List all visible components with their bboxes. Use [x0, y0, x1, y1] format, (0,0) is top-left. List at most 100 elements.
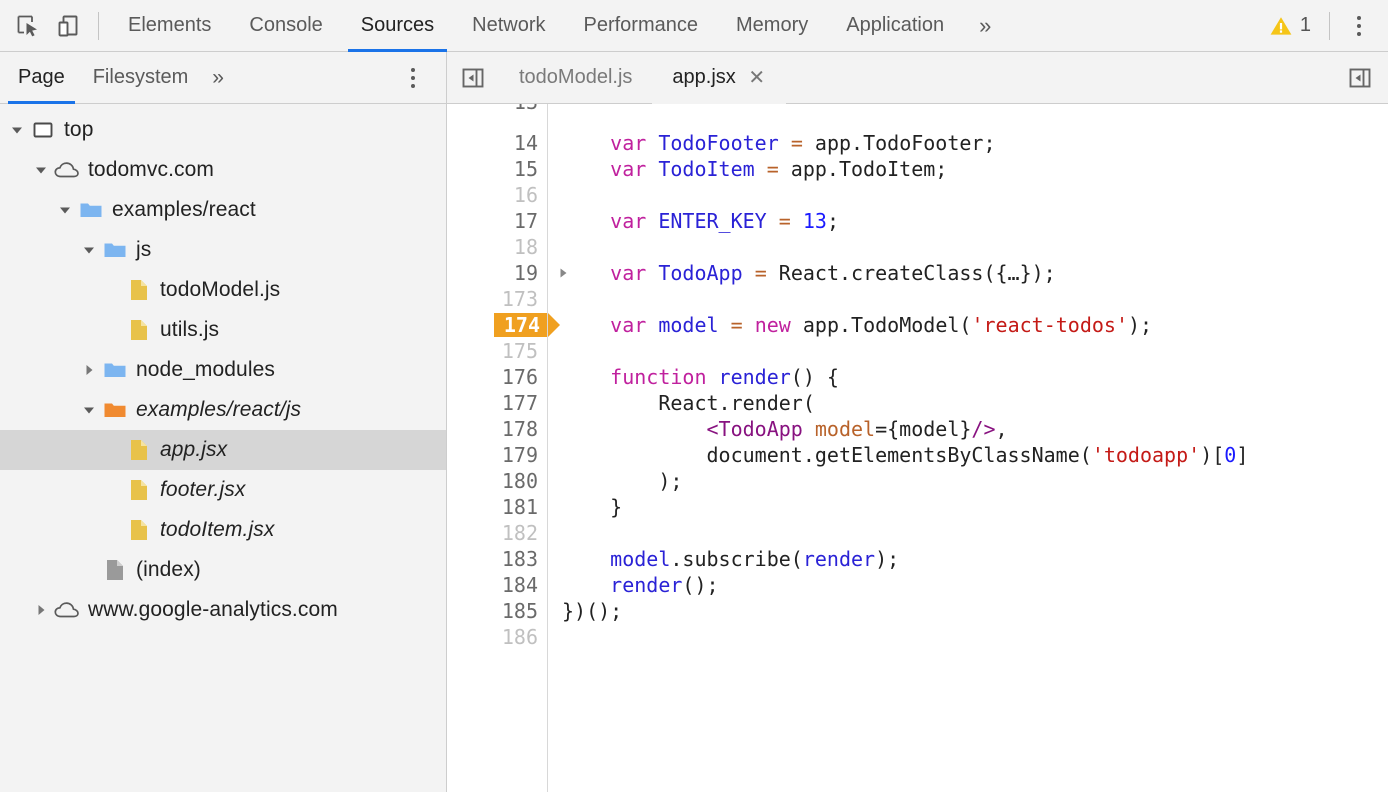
gutter-line[interactable]: 186	[447, 624, 548, 650]
gutter-line[interactable]: 178	[447, 416, 548, 442]
chevron-down-icon[interactable]	[54, 190, 76, 230]
chevron-right-icon[interactable]	[78, 350, 100, 390]
code-line-177[interactable]: React.render(	[562, 390, 1388, 416]
code-line-13[interactable]: app.COMPLETED_TODOS = 'completed';	[562, 104, 1388, 130]
code-line-180[interactable]: );	[562, 468, 1388, 494]
tree-item-label: todomvc.com	[88, 158, 214, 182]
tree-item-todomodel-js[interactable]: todoModel.js	[0, 270, 446, 310]
code-editor[interactable]: 13 14 15 16 17 18 19 173 174	[447, 104, 1388, 792]
code-line-179[interactable]: document.getElementsByClassName('todoapp…	[562, 442, 1388, 468]
code-line-18[interactable]	[562, 234, 1388, 260]
body-split: Page Filesystem » top	[0, 52, 1388, 792]
gutter-line[interactable]: 19	[447, 260, 548, 286]
line-number-gutter[interactable]: 13 14 15 16 17 18 19 173 174	[447, 104, 548, 792]
code-line-183[interactable]: model.subscribe(render);	[562, 546, 1388, 572]
tab-elements[interactable]: Elements	[109, 0, 230, 52]
code-line-173[interactable]	[562, 286, 1388, 312]
tab-application[interactable]: Application	[827, 0, 963, 52]
tab-sources[interactable]: Sources	[342, 0, 453, 52]
code-line-182[interactable]	[562, 520, 1388, 546]
tree-item-label: todoModel.js	[160, 278, 280, 302]
tree-item-examples-react[interactable]: examples/react	[0, 190, 446, 230]
code-line-14[interactable]: var TodoFooter = app.TodoFooter;	[562, 130, 1388, 156]
code-line-181[interactable]: }	[562, 494, 1388, 520]
show-debugger-icon[interactable]	[1332, 52, 1388, 104]
gutter-line[interactable]: 181	[447, 494, 548, 520]
close-icon[interactable]: ✕	[748, 68, 766, 88]
tree-item-top[interactable]: top	[0, 110, 446, 150]
kebab-menu-icon[interactable]	[1340, 6, 1378, 46]
code-line-17[interactable]: var ENTER_KEY = 13;	[562, 208, 1388, 234]
gutter-line[interactable]: 18	[447, 234, 548, 260]
code-line-185[interactable]: })();	[562, 598, 1388, 624]
code-line-15[interactable]: var TodoItem = app.TodoItem;	[562, 156, 1388, 182]
tab-performance[interactable]: Performance	[565, 0, 718, 52]
code-fold-icon[interactable]	[556, 260, 570, 286]
editor-tab-app-jsx[interactable]: app.jsx ✕	[652, 52, 785, 104]
tree-item-js[interactable]: js	[0, 230, 446, 270]
gutter-line[interactable]: 185	[447, 598, 548, 624]
chevron-down-icon[interactable]	[78, 390, 100, 430]
gutter-line[interactable]: 180	[447, 468, 548, 494]
device-toolbar-icon[interactable]	[48, 6, 88, 46]
tab-console[interactable]: Console	[230, 0, 341, 52]
nav-tab-page[interactable]: Page	[4, 52, 79, 104]
gutter-line[interactable]: 182	[447, 520, 548, 546]
tree-item-todoitem-jsx[interactable]: todoItem.jsx	[0, 510, 446, 550]
tree-item-todomvc[interactable]: todomvc.com	[0, 150, 446, 190]
tree-item-label: examples/react	[112, 198, 256, 222]
file-tree: top todomvc.com	[0, 104, 446, 792]
tree-item-index[interactable]: (index)	[0, 550, 446, 590]
tree-item-app-jsx[interactable]: app.jsx	[0, 430, 446, 470]
code-line-19[interactable]: var TodoApp = React.createClass({…});	[562, 260, 1388, 286]
tree-item-utils-js[interactable]: utils.js	[0, 310, 446, 350]
chevron-down-icon[interactable]	[30, 150, 52, 190]
code-line-176[interactable]: function render() {	[562, 364, 1388, 390]
gutter-line[interactable]: 176	[447, 364, 548, 390]
gutter-line[interactable]: 17	[447, 208, 548, 234]
editor-tab-todomodel-js[interactable]: todoModel.js	[499, 52, 652, 104]
code-line-175[interactable]	[562, 338, 1388, 364]
code-line-178[interactable]: <TodoApp model={model}/>,	[562, 416, 1388, 442]
breakpoint-marker[interactable]: 174	[494, 313, 548, 337]
gutter-line[interactable]: 184	[447, 572, 548, 598]
more-panels-icon[interactable]: »	[963, 0, 1007, 52]
gutter-line[interactable]: 177	[447, 390, 548, 416]
tree-item-footer-jsx[interactable]: footer.jsx	[0, 470, 446, 510]
tree-item-label: www.google-analytics.com	[88, 598, 338, 622]
inspect-element-icon[interactable]	[8, 6, 48, 46]
code-line-186[interactable]	[562, 624, 1388, 650]
chevron-down-icon[interactable]	[78, 230, 100, 270]
gutter-line[interactable]: 14	[447, 130, 548, 156]
code-line-174[interactable]: var model = new app.TodoModel('react-tod…	[562, 312, 1388, 338]
frame-icon	[28, 110, 58, 150]
gutter-line[interactable]: 173	[447, 286, 548, 312]
show-navigator-icon[interactable]	[447, 52, 499, 104]
gutter-line[interactable]: 183	[447, 546, 548, 572]
file-js-icon	[124, 310, 154, 350]
code-content[interactable]: app.COMPLETED_TODOS = 'completed'; var T…	[548, 104, 1388, 792]
nav-tab-filesystem[interactable]: Filesystem	[79, 52, 203, 104]
gutter-line[interactable]: 13	[447, 104, 548, 130]
code-line-184[interactable]: render();	[562, 572, 1388, 598]
gutter-line-breakpoint[interactable]: 174	[447, 312, 548, 338]
gutter-line[interactable]: 175	[447, 338, 548, 364]
tab-network[interactable]: Network	[453, 0, 564, 52]
cloud-icon	[52, 150, 82, 190]
tree-item-node-modules[interactable]: node_modules	[0, 350, 446, 390]
code-line-16[interactable]	[562, 182, 1388, 208]
folder-orange-icon	[100, 390, 130, 430]
nav-more-tabs-icon[interactable]: »	[202, 52, 234, 104]
chevron-down-icon[interactable]	[6, 110, 28, 150]
chevron-right-icon[interactable]	[30, 590, 52, 630]
gutter-line[interactable]: 179	[447, 442, 548, 468]
tree-item-google-analytics[interactable]: www.google-analytics.com	[0, 590, 446, 630]
gutter-line[interactable]: 15	[447, 156, 548, 182]
file-js-icon	[124, 510, 154, 550]
navigator-kebab-menu-icon[interactable]	[394, 58, 432, 98]
tree-item-examples-react-js[interactable]: examples/react/js	[0, 390, 446, 430]
gutter-line[interactable]: 16	[447, 182, 548, 208]
tab-sources-label: Sources	[361, 14, 434, 37]
warning-badge[interactable]: 1	[1261, 6, 1319, 46]
tab-memory[interactable]: Memory	[717, 0, 827, 52]
